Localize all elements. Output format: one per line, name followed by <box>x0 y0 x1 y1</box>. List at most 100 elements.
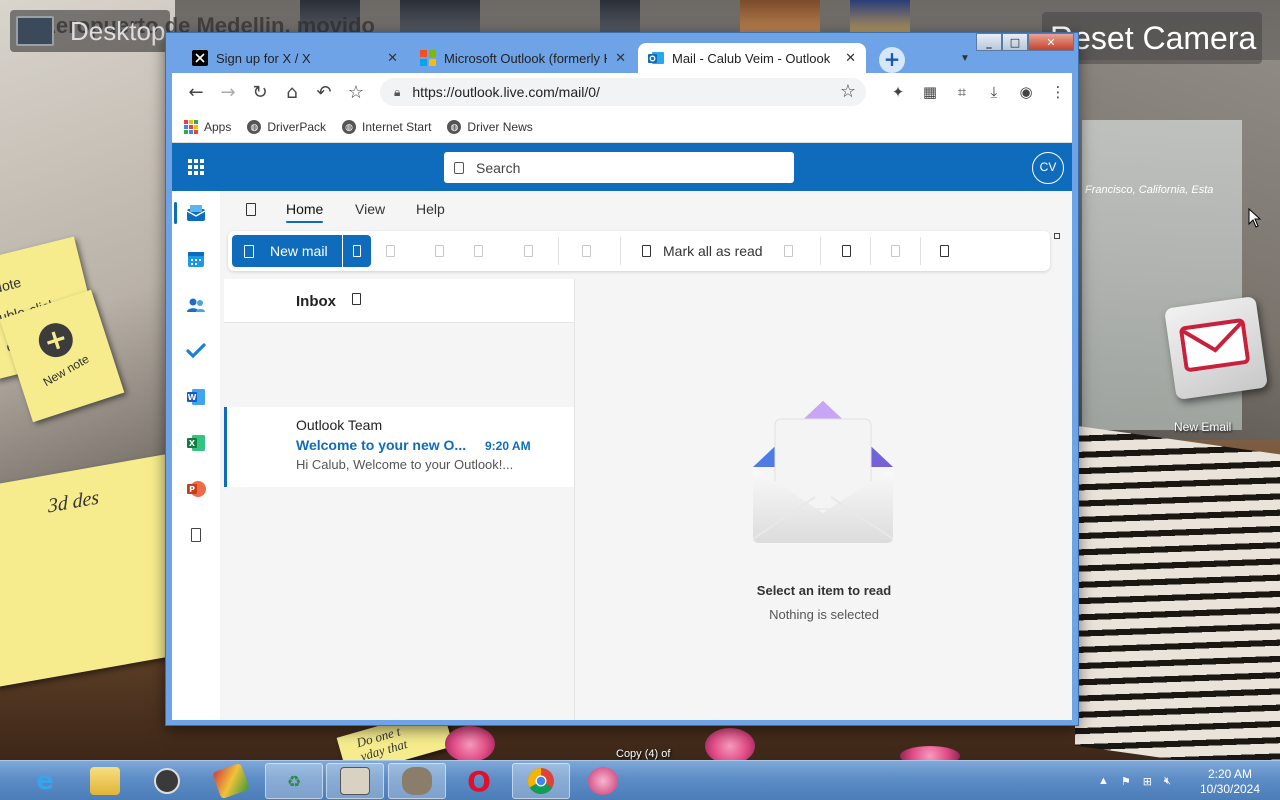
report-icon[interactable] <box>474 245 483 257</box>
new-mail-dropdown-button[interactable] <box>343 235 371 267</box>
sticky-note-3d[interactable]: 3d des <box>0 452 183 688</box>
flower-decoration <box>705 728 755 760</box>
taskbar-flower-app[interactable] <box>574 763 632 799</box>
taskbar-media-player[interactable] <box>138 763 196 799</box>
taskbar-opera[interactable]: O <box>450 763 508 799</box>
menu-kebab-icon[interactable]: ⋮ <box>1044 78 1072 106</box>
monitor-icon <box>16 16 54 46</box>
mark-read-icon <box>642 245 651 257</box>
reading-pane: Select an item to read Nothing is select… <box>574 279 1072 720</box>
rail-word[interactable]: W <box>182 383 210 411</box>
tab-microsoft-outlook[interactable]: Microsoft Outlook (formerly H ✕ <box>410 43 636 73</box>
rail-powerpoint[interactable]: P <box>182 475 210 503</box>
flag-icon[interactable] <box>784 245 793 257</box>
bookmark-driverpack[interactable]: ◍ DriverPack <box>247 119 326 134</box>
volume-muted-icon[interactable]: 🔇︎ <box>1164 775 1171 788</box>
delete-icon[interactable] <box>386 245 395 257</box>
tab-search-dropdown-icon[interactable]: ▼ <box>960 53 970 64</box>
tab-home[interactable]: Home <box>286 201 324 223</box>
bookmark-page-star-icon[interactable]: ☆ <box>840 81 856 102</box>
tab-title: Mail - Calub Veim - Outlook <box>672 50 831 66</box>
tab-outlook-mail[interactable]: Mail - Calub Veim - Outlook ✕ <box>638 43 866 73</box>
extension-icon[interactable]: ✦ <box>884 78 912 106</box>
pin-icon[interactable] <box>842 245 851 257</box>
ribbon-separator <box>558 237 559 265</box>
rail-more-apps[interactable] <box>182 521 210 549</box>
move-to-icon[interactable] <box>524 245 533 257</box>
taskbar-gimp[interactable] <box>388 763 446 799</box>
close-tab-icon[interactable]: ✕ <box>615 50 626 66</box>
taskbar-winrar[interactable] <box>202 762 260 800</box>
show-hidden-icons-icon[interactable]: ▲ <box>1098 775 1109 787</box>
ribbon-separator <box>620 237 621 265</box>
bookmark-internet-start[interactable]: ◍ Internet Start <box>342 119 431 134</box>
apps-grid-icon <box>184 119 198 134</box>
ribbon-overflow-icon[interactable] <box>1054 233 1060 239</box>
back-icon[interactable]: ← <box>182 78 210 106</box>
download-icon[interactable]: ⤓ <box>980 78 1008 106</box>
address-url: https://outlook.live.com/mail/0/ <box>412 84 600 100</box>
address-bar[interactable]: 🔒︎ https://outlook.live.com/mail/0/ ☆ <box>380 78 866 106</box>
people-icon <box>187 298 205 312</box>
taskbar-recycle[interactable]: ♻ <box>265 763 323 799</box>
home-icon[interactable]: ⌂ <box>278 78 306 106</box>
browser-toolbar: ← → ↻ ⌂ ↶ ☆ 🔒︎ https://outlook.live.com/… <box>172 73 1072 111</box>
crop-icon[interactable]: ⌗ <box>948 78 976 106</box>
message-row[interactable]: Outlook Team Welcome to your new O... 9:… <box>224 407 574 487</box>
profile-icon[interactable]: ◉ <box>1012 78 1040 106</box>
undo-icon[interactable]: ↶ <box>310 78 338 106</box>
tab-help[interactable]: Help <box>416 201 445 217</box>
taskbar-internet-explorer[interactable]: e <box>16 763 74 799</box>
navigation-pane-toggle-icon[interactable] <box>246 203 256 216</box>
tab-view[interactable]: View <box>355 201 385 217</box>
archive-icon[interactable] <box>435 245 444 257</box>
search-input[interactable]: Search <box>444 152 794 183</box>
forward-icon[interactable]: → <box>214 78 242 106</box>
empty-envelope-icon <box>753 401 893 543</box>
reset-camera-button[interactable]: Reset Camera <box>1050 20 1256 57</box>
file-explorer-icon <box>90 767 120 795</box>
new-mail-button[interactable]: New mail <box>232 235 342 267</box>
action-center-flag-icon[interactable]: ⚑ <box>1121 775 1131 788</box>
background-thumbnail <box>850 0 910 36</box>
taskbar: e ♻ O ▲ ⚑ ⊞ 🔇︎ 2:20 AM 10/30/2024 <box>0 760 1280 800</box>
globe-icon: ◍ <box>447 119 462 134</box>
x-logo-icon <box>192 50 208 66</box>
rail-mail[interactable] <box>182 199 210 227</box>
reload-icon[interactable]: ↻ <box>246 78 274 106</box>
app-launcher-icon[interactable] <box>188 159 204 175</box>
close-tab-icon[interactable]: ✕ <box>387 50 398 66</box>
account-avatar[interactable]: CV <box>1032 152 1064 184</box>
rail-todo[interactable] <box>182 337 210 365</box>
tab-x-signup[interactable]: Sign up for X / X ✕ <box>182 43 408 73</box>
mouse-cursor-icon <box>1248 208 1262 228</box>
mark-all-read-button[interactable]: Mark all as read <box>642 243 763 259</box>
bookmark-star-icon[interactable]: ☆ <box>342 78 370 106</box>
filter-icon[interactable] <box>352 293 361 305</box>
powerpoint-icon: P <box>187 481 206 497</box>
taskbar-chrome[interactable] <box>512 763 570 799</box>
more-options-icon[interactable] <box>940 245 949 257</box>
bookmark-apps[interactable]: Apps <box>184 119 231 134</box>
bookmark-driver-news[interactable]: ◍ Driver News <box>447 119 533 134</box>
network-icon[interactable]: ⊞ <box>1143 775 1152 788</box>
ribbon-separator <box>920 237 921 265</box>
tab-strip: Sign up for X / X ✕ Microsoft Outlook (f… <box>174 41 1074 73</box>
rail-calendar[interactable] <box>182 245 210 273</box>
new-tab-button[interactable]: + <box>879 47 905 73</box>
taskbar-device[interactable] <box>326 763 384 799</box>
reply-icon[interactable] <box>582 245 591 257</box>
new-email-desktop-icon[interactable] <box>1164 296 1268 400</box>
rail-excel[interactable]: X <box>182 429 210 457</box>
desktop-label[interactable]: Desktop <box>70 16 165 47</box>
envelope-icon <box>1179 318 1250 372</box>
close-tab-icon[interactable]: ✕ <box>845 50 856 66</box>
excel-icon: X <box>187 435 205 451</box>
puzzle-extension-icon[interactable]: ▦ <box>916 78 944 106</box>
rail-people[interactable] <box>182 291 210 319</box>
opera-icon: O <box>467 764 491 798</box>
taskbar-file-explorer[interactable] <box>76 763 134 799</box>
system-clock[interactable]: 2:20 AM 10/30/2024 <box>1198 767 1262 797</box>
ribbon-separator <box>820 237 821 265</box>
snooze-icon[interactable] <box>891 245 900 257</box>
